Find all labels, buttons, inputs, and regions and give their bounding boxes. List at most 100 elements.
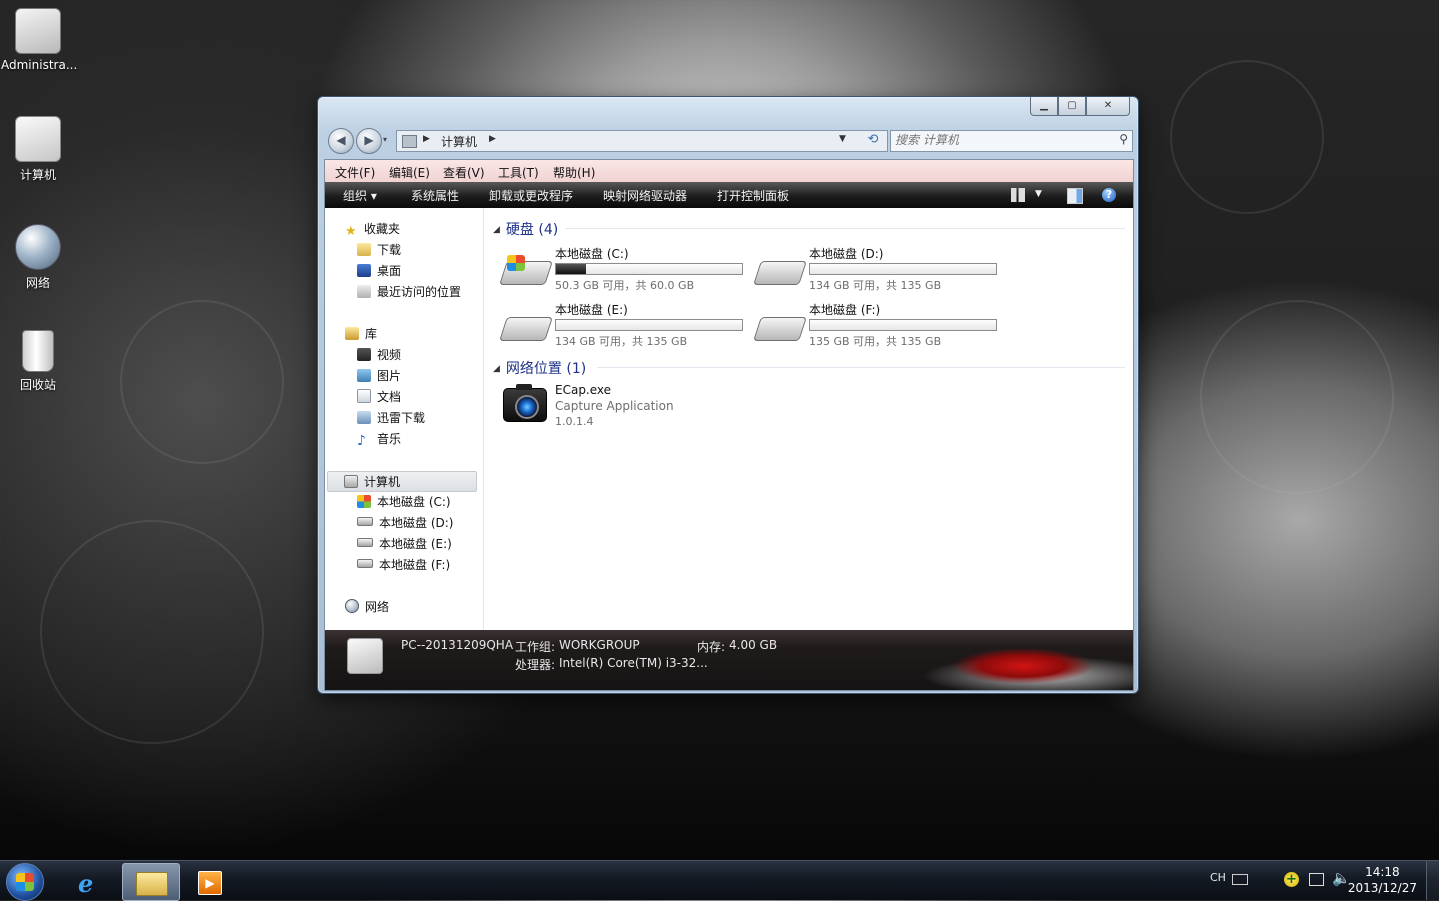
folder-icon (136, 872, 168, 896)
drive-usage-bar (809, 263, 997, 275)
nav-favorites[interactable]: ★ 收藏夹 (345, 220, 400, 239)
processor-value: Intel(R) Core(TM) i3-32... (559, 656, 708, 670)
desktop-icon-network[interactable]: 网络 (1, 224, 75, 291)
desktop-icon-recycle-bin[interactable]: 回收站 (1, 330, 75, 393)
network-status-icon[interactable] (1309, 873, 1324, 886)
close-button[interactable]: ✕ (1086, 97, 1130, 116)
memory-value: 4.00 GB (729, 638, 778, 652)
view-dropdown-icon[interactable]: ▼ (1035, 189, 1042, 199)
video-icon (357, 348, 371, 361)
show-desktop-button[interactable] (1426, 861, 1439, 900)
search-icon[interactable]: ⚲ (1119, 132, 1128, 146)
refresh-icon[interactable]: ⟲ (862, 130, 884, 150)
maximize-button[interactable]: ▢ (1058, 97, 1086, 116)
nav-drive-c[interactable]: 本地磁盘 (C:) (357, 493, 451, 510)
taskbar-windows-explorer[interactable] (122, 863, 180, 901)
network-item-ecap[interactable]: ECap.exe Capture Application 1.0.1.4 (503, 383, 803, 432)
recycle-bin-icon (22, 330, 54, 372)
nav-downloads[interactable]: 下载 (357, 241, 401, 258)
computer-icon (347, 638, 383, 674)
menu-tools[interactable]: 工具(T) (498, 164, 539, 181)
nav-drive-f[interactable]: 本地磁盘 (F:) (357, 556, 450, 573)
open-control-panel-button[interactable]: 打开控制面板 (717, 187, 789, 204)
nav-videos[interactable]: 视频 (357, 346, 401, 363)
organize-button[interactable]: 组织 ▾ (343, 187, 377, 204)
menu-file[interactable]: 文件(F) (335, 164, 375, 181)
group-header-hard-disks[interactable]: ◢ 硬盘 (4) (493, 219, 558, 239)
history-dropdown-icon[interactable]: ▾ (383, 135, 387, 144)
drive-tile-e[interactable]: 本地磁盘 (E:) 134 GB 可用，共 135 GB (499, 301, 753, 353)
content-pane: ◢ 硬盘 (4) 本地磁盘 (C:) 50.3 GB 可用，共 60.0 GB 本… (485, 208, 1133, 630)
drive-free-space: 135 GB 可用，共 135 GB (809, 335, 942, 348)
help-icon[interactable]: ? (1102, 188, 1116, 202)
drive-usage-bar (809, 319, 997, 331)
computer-icon (15, 116, 61, 162)
workgroup-label: 工作组: (515, 640, 556, 654)
memory-label: 内存: (697, 640, 726, 654)
camera-icon (503, 384, 547, 422)
nav-drive-e[interactable]: 本地磁盘 (E:) (357, 535, 452, 552)
back-button[interactable]: ◀ (328, 128, 354, 154)
desktop-icon (357, 264, 371, 277)
uninstall-program-button[interactable]: 卸载或更改程序 (489, 187, 573, 204)
nav-pictures[interactable]: 图片 (357, 367, 401, 384)
desktop-icon-label: Administra... (1, 58, 78, 72)
workgroup-value: WORKGROUP (559, 638, 640, 652)
nav-drive-d[interactable]: 本地磁盘 (D:) (357, 514, 453, 531)
system-properties-button[interactable]: 系统属性 (411, 187, 459, 204)
details-wallpaper-figure (893, 636, 1133, 690)
command-bar: 组织 ▾ 系统属性 卸载或更改程序 映射网络驱动器 打开控制面板 ▼ ? (325, 182, 1133, 208)
minimize-button[interactable]: ▁ (1030, 97, 1058, 116)
group-header-network-locations[interactable]: ◢ 网络位置 (1) (493, 358, 586, 378)
breadcrumb-computer[interactable]: 计算机 (441, 133, 477, 150)
breadcrumb-arrow-icon[interactable]: ▶ (423, 134, 430, 144)
taskbar-media-player[interactable]: ▶ (182, 863, 238, 899)
menu-view[interactable]: 查看(V) (443, 164, 485, 181)
start-button[interactable] (6, 863, 44, 901)
drive-tile-d[interactable]: 本地磁盘 (D:) 134 GB 可用，共 135 GB (753, 245, 1007, 297)
menu-edit[interactable]: 编辑(E) (389, 164, 430, 181)
forward-button[interactable]: ▶ (356, 128, 382, 154)
desktop-icon-computer[interactable]: 计算机 (1, 116, 75, 183)
nav-desktop[interactable]: 桌面 (357, 262, 401, 279)
add-icon[interactable]: + (1284, 872, 1299, 887)
nav-libraries[interactable]: 库 (345, 325, 377, 342)
user-folder-icon (15, 8, 61, 54)
desktop-icon-administrator[interactable]: Administra... (1, 8, 78, 72)
nav-documents[interactable]: 文档 (357, 388, 401, 405)
address-bar[interactable]: ▶ 计算机 ▶ ▼ (396, 130, 888, 152)
language-indicator[interactable]: CH (1210, 871, 1226, 884)
address-dropdown-icon[interactable]: ▼ (839, 134, 846, 144)
computer-name: PC--20131209QHA (401, 638, 514, 652)
nav-music[interactable]: ♪ 音乐 (357, 430, 401, 449)
keyboard-icon[interactable] (1232, 874, 1248, 885)
hard-drive-icon (357, 559, 373, 568)
drive-tile-f[interactable]: 本地磁盘 (F:) 135 GB 可用，共 135 GB (753, 301, 1007, 353)
drive-tile-c[interactable]: 本地磁盘 (C:) 50.3 GB 可用，共 60.0 GB (499, 245, 753, 297)
hard-drive-icon (499, 317, 553, 341)
clock-time: 14:18 (1365, 865, 1400, 879)
taskbar: e ▶ CH + 🔈 14:18 2013/12/27 (0, 860, 1439, 901)
nav-computer[interactable]: 计算机 (327, 471, 477, 492)
change-view-icon[interactable] (1011, 188, 1025, 202)
system-clock[interactable]: 14:18 2013/12/27 (1348, 864, 1417, 896)
nav-thunder-downloads[interactable]: 迅雷下载 (357, 409, 425, 426)
taskbar-internet-explorer[interactable]: e (62, 863, 118, 899)
search-input[interactable] (895, 132, 1105, 148)
music-icon: ♪ (357, 433, 366, 449)
system-drive-icon (357, 495, 371, 508)
breadcrumb-arrow-icon[interactable]: ▶ (489, 134, 496, 144)
search-box: ⚲ (890, 130, 1133, 152)
map-network-drive-button[interactable]: 映射网络驱动器 (603, 187, 687, 204)
preview-pane-icon[interactable] (1067, 188, 1083, 204)
drive-usage-bar (555, 263, 743, 275)
hard-drive-icon (357, 538, 373, 547)
collapse-triangle-icon[interactable]: ◢ (493, 225, 500, 235)
nav-recent-places[interactable]: 最近访问的位置 (357, 283, 461, 300)
collapse-triangle-icon[interactable]: ◢ (493, 364, 500, 374)
network-globe-icon (15, 224, 61, 270)
nav-network[interactable]: 网络 (345, 598, 389, 615)
drive-name: 本地磁盘 (D:) (809, 247, 884, 261)
menu-help[interactable]: 帮助(H) (553, 164, 595, 181)
thunder-downloads-icon (357, 411, 371, 424)
